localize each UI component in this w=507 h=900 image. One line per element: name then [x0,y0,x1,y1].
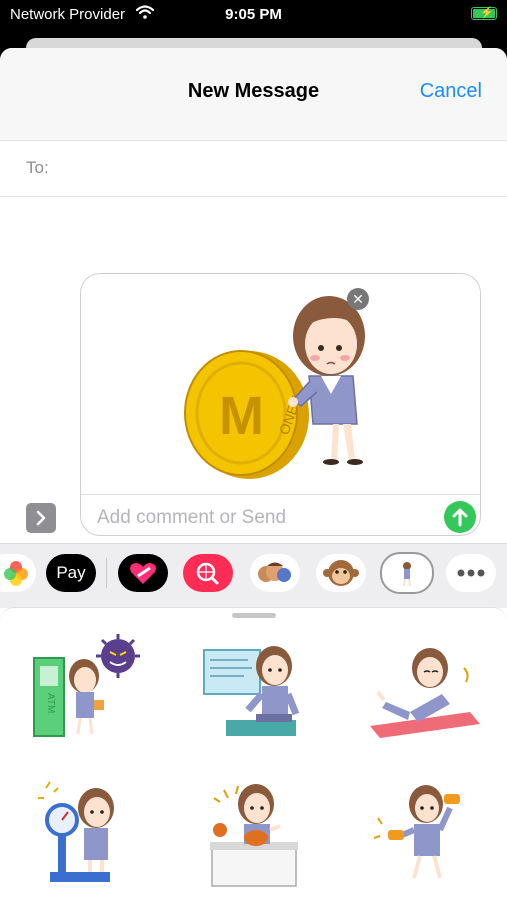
memoji-app-icon[interactable] [250,554,300,592]
message-input[interactable]: Add comment or Send [97,507,286,529]
chevron-right-icon [36,510,46,526]
recipient-field[interactable]: To: [0,140,507,197]
nav-bar: New Message Cancel [0,48,507,141]
status-bar: Network Provider 9:05 PM ⚡ [0,0,507,30]
send-button[interactable] [444,501,476,533]
apple-pay-app-icon[interactable]: Pay [46,554,96,592]
svg-text:M: M [219,386,264,446]
remove-attachment-button[interactable]: ✕ [347,288,369,310]
relaxing-mat-sticker[interactable] [366,642,486,752]
compose-divider [81,494,480,495]
drawer-separator [106,558,107,588]
atm-sign: ATM [45,693,56,713]
drawer-handle[interactable] [232,613,276,618]
to-label: To: [26,158,49,177]
weighing-scale-sticker[interactable] [36,776,156,886]
battery-icon: ⚡ [471,7,497,20]
arrow-up-icon [452,508,468,527]
sticker-pack-app-icon[interactable] [380,552,434,594]
expand-apps-button[interactable] [26,503,56,533]
digital-touch-app-icon[interactable] [118,554,168,592]
clock: 9:05 PM [225,6,282,23]
coin-girl-sticker[interactable]: M ONEY [81,274,481,494]
app-drawer: Pay [0,543,507,608]
sticker-browser: ATM [0,607,507,900]
apple-pay-label: Pay [56,563,86,582]
message-sheet: New Message Cancel To: M ONEY ✕ Add comm… [0,48,507,900]
cancel-button[interactable]: Cancel [420,80,482,103]
atm-virus-sticker[interactable]: ATM [28,628,148,738]
compose-box[interactable]: M ONEY ✕ Add comment or Send [80,273,481,536]
photos-app-icon[interactable] [0,554,36,592]
computer-desk-sticker[interactable] [196,634,316,744]
more-apps-icon[interactable] [446,554,496,592]
cooking-counter-sticker[interactable] [202,778,322,888]
web-search-app-icon[interactable] [183,554,233,592]
dumbbell-workout-sticker[interactable] [373,778,494,888]
animoji-app-icon[interactable] [316,554,366,592]
